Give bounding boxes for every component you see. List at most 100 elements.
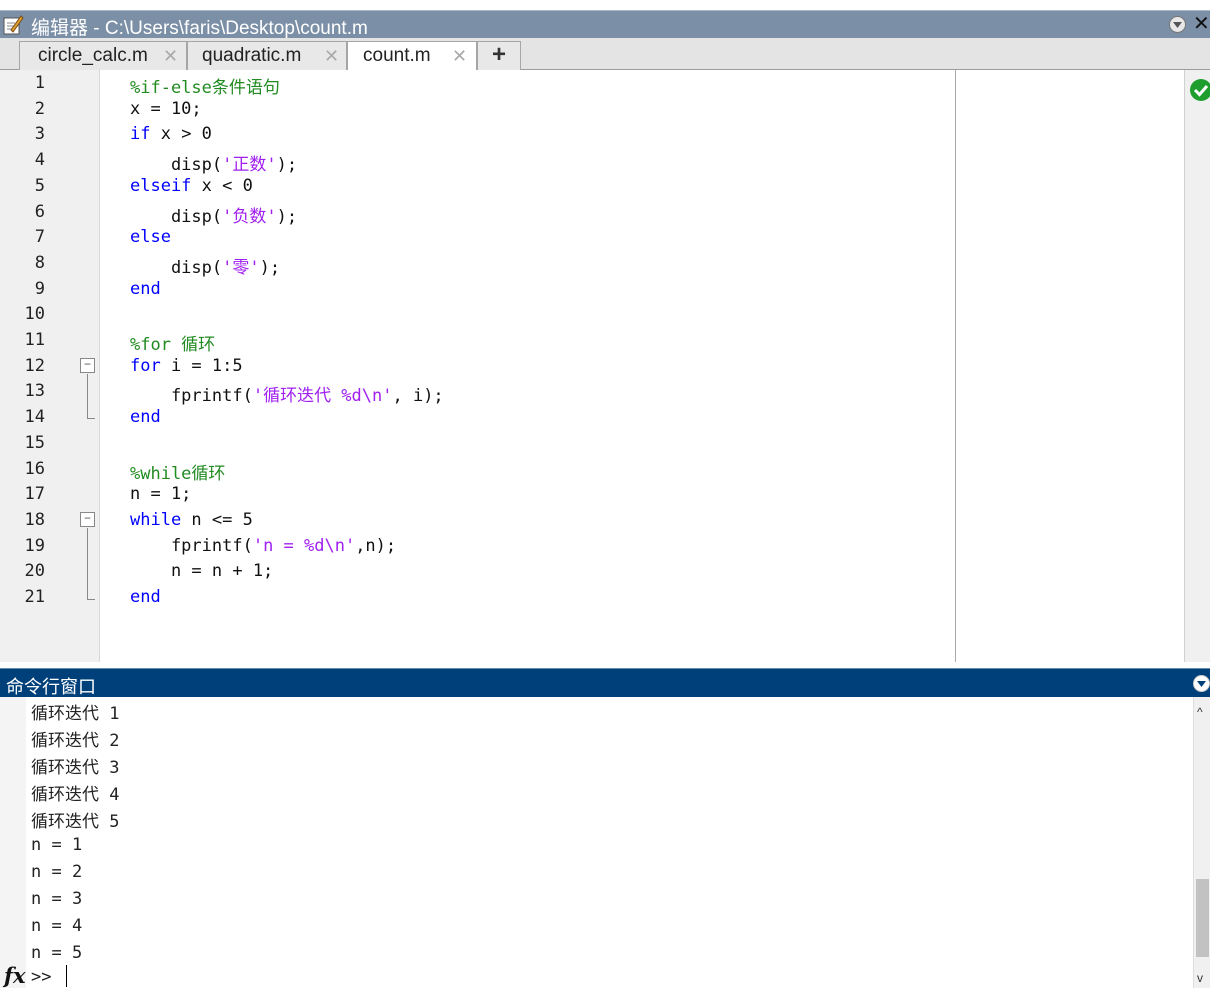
code-line: %for 循环 (130, 330, 215, 355)
code-line: disp('正数'); (130, 150, 297, 175)
line-number: 15 (24, 432, 45, 453)
tab-close-icon[interactable]: ✕ (324, 46, 339, 67)
command-window-title: 命令行窗口 (6, 677, 96, 697)
close-icon[interactable]: ✕ (1193, 13, 1210, 35)
line-number: 8 (34, 252, 45, 273)
code-line: disp('零'); (130, 253, 280, 278)
keyword-token: end (130, 278, 161, 299)
output-line: n = 1 (31, 834, 83, 855)
code-token: ); (259, 257, 281, 278)
tab-circle-calc[interactable]: circle_calc.m ✕ (19, 41, 187, 70)
fold-end (87, 418, 95, 419)
code-token: disp( (130, 257, 223, 278)
tab-close-icon[interactable]: ✕ (163, 46, 178, 67)
fold-line (87, 374, 88, 418)
vertical-scrollbar[interactable]: ^ v (1193, 697, 1210, 988)
code-line: end (130, 407, 161, 427)
keyword-token: end (130, 407, 161, 428)
scrollbar-thumb[interactable] (1196, 879, 1209, 957)
code-line: %if-else条件语句 (130, 73, 280, 98)
code-line: x = 10; (130, 99, 202, 119)
code-token: , i); (392, 386, 444, 407)
code-line: disp('负数'); (130, 202, 297, 227)
code-line: fprintf('n = %d\n',n); (130, 536, 396, 556)
code-token: x < 0 (191, 175, 253, 196)
line-number: 3 (34, 124, 45, 145)
command-window-header: 命令行窗口 (0, 668, 1210, 697)
line-number: 1 (34, 73, 45, 93)
code-line: else (130, 227, 171, 247)
comment-token: %if-else条件语句 (130, 78, 280, 98)
output-line: 循环迭代 5 (31, 812, 120, 833)
code-token: x > 0 (150, 124, 212, 145)
code-line: elseif x < 0 (130, 176, 253, 196)
line-number: 16 (24, 458, 45, 479)
keyword-token: elseif (130, 175, 192, 196)
command-prompt: >> (31, 967, 52, 987)
string-token: '正数' (222, 155, 277, 176)
line-number: 2 (34, 98, 45, 119)
check-icon[interactable] (1189, 78, 1210, 102)
tab-count[interactable]: count.m ✕ (347, 41, 477, 71)
fold-toggle-icon[interactable]: − (80, 358, 95, 373)
code-line: %while循环 (130, 459, 225, 484)
title-bar: 编辑器 - C:\Users\faris\Desktop\count.m ✕ (0, 10, 1210, 39)
scroll-up-icon[interactable]: ^ (1197, 705, 1203, 719)
panel-menu-icon[interactable] (1192, 674, 1210, 693)
command-window[interactable]: fx >> ^ v 循环迭代 1 循环迭代 2 循环迭代 3 循环迭代 4 循环迭代 5… (0, 697, 1210, 988)
fold-toggle-icon[interactable]: − (80, 512, 95, 527)
code-token: fprintf( (130, 386, 253, 407)
line-number: 21 (24, 587, 45, 607)
line-number: 17 (24, 484, 45, 505)
tab-label: quadratic.m (202, 45, 302, 66)
line-number: 14 (24, 407, 45, 428)
keyword-token: else (130, 227, 171, 248)
code-line: end (130, 587, 161, 607)
code-editor[interactable]: − − 1 2 3 4 5 6 7 8 9 10 11 12 13 14 15 16 17 18 19 20 21 %i… (0, 70, 1210, 662)
tab-label: circle_calc.m (38, 45, 148, 66)
output-line: n = 5 (31, 942, 83, 963)
line-number: 6 (34, 201, 45, 222)
output-line: 循环迭代 3 (31, 758, 120, 779)
code-line: if x > 0 (130, 124, 212, 144)
scroll-down-icon[interactable]: v (1197, 971, 1203, 985)
code-line: while n <= 5 (130, 510, 253, 530)
tab-quadratic[interactable]: quadratic.m ✕ (187, 41, 347, 70)
string-token: 'n = %d\n' (252, 535, 356, 556)
code-token: disp( (130, 206, 223, 227)
window-menu-icon[interactable] (1168, 15, 1187, 34)
line-number: 10 (24, 304, 45, 325)
code-line: for i = 1:5 (130, 356, 243, 376)
line-number: 5 (34, 175, 45, 196)
output-line: n = 4 (31, 915, 83, 936)
code-token: n = n + 1; (130, 561, 274, 582)
code-analyzer-bar (1184, 70, 1210, 662)
keyword-token: if (130, 124, 151, 145)
output-line: 循环迭代 1 (31, 704, 120, 724)
function-browser-icon[interactable]: fx (4, 963, 26, 988)
right-margin-line (955, 70, 956, 662)
code-token: n <= 5 (181, 509, 253, 530)
code-line: n = n + 1; (130, 561, 273, 581)
window-title: 编辑器 - C:\Users\faris\Desktop\count.m (31, 18, 368, 39)
line-number: 13 (24, 381, 45, 402)
line-number: 18 (24, 509, 45, 530)
fold-line (87, 528, 88, 599)
add-tab-button[interactable]: + (477, 41, 521, 70)
comment-token: %while循环 (130, 463, 226, 484)
line-number: 7 (34, 227, 45, 248)
tab-label: count.m (363, 45, 431, 66)
line-number: 11 (24, 330, 45, 350)
command-window-gutter (0, 697, 26, 988)
code-line: n = 1; (130, 484, 191, 504)
tab-close-icon[interactable]: ✕ (452, 46, 467, 67)
string-token: '循环迭代 %d\n' (252, 386, 393, 407)
line-number: 12 (24, 355, 45, 376)
code-token: ,n); (355, 535, 397, 556)
code-token: ); (276, 206, 298, 227)
comment-token: %for 循环 (130, 335, 216, 355)
code-token: x = 10; (130, 98, 202, 119)
keyword-token: while (130, 509, 182, 530)
text-cursor (66, 965, 67, 987)
keyword-token: end (130, 587, 161, 607)
